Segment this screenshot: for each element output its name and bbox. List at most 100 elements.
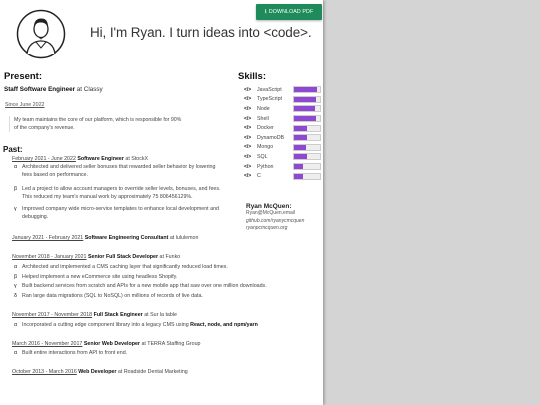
download-pdf-label: DOWNLOAD PDF (268, 9, 314, 15)
job-header: March 2016 - November 2017 Senior Web De… (12, 341, 201, 347)
job-header: November 2017 - November 2018 Full Stack… (12, 312, 177, 318)
job-bullet: β Helped implement a new eCommerce site … (14, 274, 178, 282)
bullet-glyph: α (14, 264, 18, 270)
current-at: at (76, 86, 83, 93)
page-title: Hi, I'm Ryan. I turn ideas into <code>. (90, 25, 312, 40)
skill-row: </> Node (244, 104, 321, 114)
job-dates: January 2021 - February 2021 (12, 235, 84, 241)
job-bullet: γ Improved company wide micro-service te… (14, 206, 219, 221)
job-bullet: β Led a project to allow account manager… (14, 186, 221, 201)
bullet-glyph: γ (14, 206, 17, 212)
job-bullet: α Architected and implemented a CMS cach… (14, 264, 228, 272)
skill-name: Mongo (257, 144, 274, 151)
code-icon: </> (244, 115, 252, 122)
bullet-glyph: β (14, 186, 18, 192)
bullet-text: Incorporated a cutting edge component li… (22, 322, 189, 328)
email-link[interactable]: Ryan@McQuen.email (246, 210, 304, 218)
skill-row: </> Docker (244, 123, 321, 133)
skill-level-fill (294, 87, 317, 93)
skill-level-fill (294, 106, 315, 112)
job-role: Full Stack Engineer (93, 312, 143, 318)
skill-level-bar (293, 105, 321, 113)
job-dates: October 2013 - March 2016 (12, 369, 77, 375)
current-job: Staff Software Engineer at Classy (4, 86, 103, 93)
job-company: Sur la table (150, 312, 177, 318)
skill-level-bar (293, 163, 321, 171)
github-link[interactable]: github.com/ryanycmcquen (246, 218, 304, 226)
skill-level-bar (293, 86, 321, 94)
job-bullet: δ Ran large data migrations (SQL to NoSQ… (14, 293, 203, 301)
bullet-line: Built entire interactions from API to fr… (22, 350, 128, 356)
skills-heading: Skills: (238, 71, 266, 82)
code-icon: </> (244, 163, 252, 170)
bullet-line: Ran large data migrations (SQL to NoSQL)… (22, 293, 203, 299)
bullet-line: Incorporated a cutting edge component li… (22, 322, 258, 330)
code-icon: </> (244, 105, 252, 112)
download-icon: ⭳ (264, 9, 267, 15)
skill-level-fill (294, 135, 307, 141)
skill-level-fill (294, 144, 307, 150)
bullet-glyph: β (14, 274, 18, 280)
job-role: Web Developer (78, 369, 117, 375)
job-dates: March 2016 - November 2017 (12, 341, 83, 347)
job-dates: November 2017 - November 2018 (12, 312, 93, 318)
code-icon: </> (244, 153, 252, 160)
download-pdf-button[interactable]: ⭳ DOWNLOAD PDF (256, 4, 322, 20)
job-role: Software Engineering Consultant (84, 235, 169, 241)
bullet-line: Architected and implemented a CMS cachin… (22, 264, 228, 270)
skill-name: Docker (257, 125, 274, 132)
bullet-line: Improved company wide micro-service temp… (22, 206, 219, 212)
code-icon: </> (244, 134, 252, 141)
code-icon: </> (244, 144, 252, 151)
skill-level-fill (294, 116, 317, 122)
skill-row: </> C (244, 171, 321, 181)
job-role: Senior Full Stack Developer (87, 254, 159, 260)
skill-level-bar (293, 143, 321, 151)
job-company: Funko (165, 254, 181, 260)
bullet-line: Helped implement a new eCommerce site us… (22, 274, 178, 280)
bullet-line: Led a project to allow account managers … (22, 186, 221, 192)
bullet-glyph: α (14, 164, 18, 170)
skill-row: </> SQL (244, 152, 321, 162)
contact-name: Ryan McQuen: (246, 203, 292, 210)
skill-level-bar (293, 115, 321, 123)
skill-name: DynamoDB (257, 134, 285, 141)
skill-level-fill (294, 173, 304, 179)
bullet-line: Built backend services from scratch and … (22, 283, 267, 289)
code-icon: </> (244, 173, 252, 180)
skill-row: </> Shell (244, 114, 321, 124)
avatar (16, 9, 66, 59)
skill-row: </> DynamoDB (244, 133, 321, 143)
job-company: StockX (131, 156, 149, 162)
job-bullet: α Incorporated a cutting edge component … (14, 322, 258, 330)
skill-name: Node (257, 105, 270, 112)
skills-list: </> JavaScript </> TypeScript </> Node </> Shel… (244, 85, 321, 181)
job-header: November 2018 - January 2021 Senior Full… (12, 254, 181, 260)
skill-level-bar (293, 95, 321, 103)
skill-level-fill (294, 154, 307, 160)
current-description: My team maintains the core of our platfo… (9, 116, 240, 132)
bullet-glyph: α (14, 322, 18, 328)
current-description-line: of the company's revenue. (14, 125, 75, 131)
present-heading: Present: (4, 71, 43, 82)
skill-name: SQL (257, 153, 268, 160)
job-role: Senior Web Developer (83, 341, 140, 347)
current-description-line: My team maintains the core of our platfo… (14, 117, 182, 123)
past-heading: Past: (3, 145, 23, 154)
job-bullet: γ Built backend services from scratch an… (14, 283, 267, 291)
skill-row: </> Mongo (244, 143, 321, 153)
bullet-line: Architected and delivered seller bonuses… (22, 164, 216, 170)
job-company: lululemon (175, 235, 199, 241)
bullet-line: debugging. (22, 213, 49, 220)
website-link[interactable]: ryanpcmcquen.org (246, 225, 304, 233)
bullet-glyph: γ (14, 283, 17, 289)
skill-name: Shell (257, 115, 269, 122)
skill-row: </> JavaScript (244, 85, 321, 95)
job-dates: February 2021 - June 2022 (12, 156, 76, 162)
skill-name: TypeScript (257, 96, 283, 103)
skill-name: Python (257, 163, 274, 170)
job-company: TERRA Staffing Group (147, 341, 201, 347)
bullet-line: fees based on performance. (22, 171, 88, 178)
skill-level-bar (293, 172, 321, 180)
code-icon: </> (244, 96, 252, 103)
